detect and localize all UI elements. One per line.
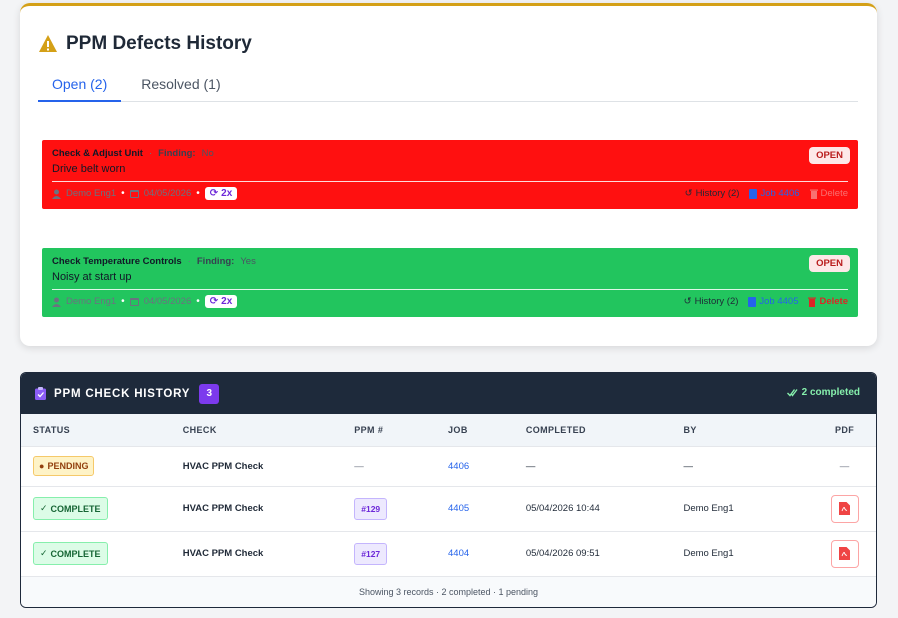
ppm-number: — (354, 446, 449, 487)
warning-icon (39, 35, 57, 52)
column-header: STATUS (21, 414, 183, 447)
column-header: JOB (448, 414, 526, 447)
status-badge: OPEN (809, 147, 850, 164)
job-link[interactable]: 4406 (448, 446, 526, 487)
column-header: CHECK (182, 414, 355, 447)
history-icon: ↺ (684, 188, 693, 199)
pdf-button[interactable] (830, 494, 859, 523)
status-badge: OPEN (809, 255, 850, 272)
ppm-history-header: PPM CHECK HISTORY 3 2 completed (21, 373, 876, 414)
user-icon (52, 189, 61, 199)
pdf-icon (839, 502, 851, 515)
completed-by: Demo Eng1 (683, 531, 814, 577)
defect-date: 04/05/2026 (143, 296, 192, 307)
trash-icon (809, 189, 818, 199)
defect-actions: ↺ History (2) Job 4405 Delete (684, 296, 848, 307)
completed-date: 05/04/2026 10:44 (525, 486, 684, 532)
defect-description: Drive belt worn (52, 163, 126, 175)
ppm-number[interactable]: #127 (354, 542, 388, 565)
column-header: COMPLETED (525, 414, 684, 447)
user-icon (52, 297, 61, 307)
column-header: BY (683, 414, 814, 447)
history-link[interactable]: ↺ History (2) (684, 296, 739, 307)
record-count-badge: 3 (199, 383, 220, 404)
document-icon (748, 296, 757, 307)
divider (52, 181, 848, 182)
history-icon: ↺ (683, 296, 692, 307)
finding-label: Finding: (196, 256, 235, 267)
history-link[interactable]: ↺ History (2) (685, 188, 740, 199)
pdf-button[interactable] (830, 539, 859, 568)
tab-open[interactable]: Open (2) (38, 66, 122, 102)
divider (52, 289, 848, 290)
defect-meta: Demo Eng1 • 04/05/2026 • ⟳ 2x (52, 295, 238, 308)
defect-card: Check Temperature Controls · Finding: Ye… (42, 248, 858, 317)
defect-date: 04/05/2026 (143, 188, 192, 199)
ppm-number[interactable]: #129 (354, 497, 388, 520)
completed-by: Demo Eng1 (683, 486, 814, 532)
defect-card: Check & Adjust Unit · Finding: No Drive … (42, 140, 858, 209)
defects-card: PPM Defects History Open (2) Resolved (1… (20, 3, 877, 346)
calendar-icon (129, 298, 139, 306)
completed-date: 05/04/2026 09:51 (525, 531, 684, 577)
table-row: ● PENDING HVAC PPM Check — 4406 — — — (21, 446, 876, 487)
status-badge: ✓ COMPLETE (33, 542, 108, 565)
check-name: HVAC PPM Check (182, 531, 355, 577)
defects-header: PPM Defects History (38, 33, 252, 55)
delete-button[interactable]: Delete (809, 188, 848, 199)
check-name: HVAC PPM Check (182, 486, 355, 532)
defect-check-name: Check & Adjust Unit (52, 148, 143, 159)
finding-value: Yes (240, 256, 256, 267)
check-icon: ✓ (40, 548, 48, 558)
status-badge: ✓ COMPLETE (33, 497, 108, 520)
engineer-name: Demo Eng1 (66, 188, 117, 199)
pdf-icon (839, 547, 851, 560)
finding-label: Finding: (158, 148, 196, 159)
completed-date: — (525, 446, 684, 487)
defect-actions: ↺ History (2) Job 4406 Delete (685, 188, 848, 199)
job-link[interactable]: 4404 (448, 531, 526, 577)
repeat-badge: ⟳ 2x (204, 295, 238, 308)
double-check-icon (786, 389, 798, 397)
ppm-history-panel: PPM CHECK HISTORY 3 2 completed STATUS C… (20, 372, 877, 608)
finding-value: No (201, 148, 214, 159)
job-link[interactable]: Job 4405 (748, 296, 798, 307)
calendar-icon (129, 190, 139, 198)
repeat-icon: ⟳ (209, 296, 219, 307)
repeat-icon: ⟳ (209, 188, 219, 199)
ppm-history-title: PPM CHECK HISTORY (54, 387, 191, 400)
ppm-history-table: STATUS CHECK PPM # JOB COMPLETED BY PDF … (21, 414, 876, 577)
table-row: ✓ COMPLETE HVAC PPM Check #129 4405 05/0… (21, 486, 876, 532)
check-icon: ✓ (40, 503, 48, 513)
defect-check-name: Check Temperature Controls (52, 256, 182, 267)
defect-description: Noisy at start up (52, 271, 132, 283)
table-footer: Showing 3 records · 2 completed · 1 pend… (21, 576, 876, 607)
repeat-badge: ⟳ 2x (204, 187, 238, 200)
tab-resolved[interactable]: Resolved (1) (127, 66, 234, 102)
table-row: ✓ COMPLETE HVAC PPM Check #127 4404 05/0… (21, 531, 876, 577)
column-header: PDF (813, 414, 876, 447)
completed-summary: 2 completed (786, 387, 860, 398)
check-name: HVAC PPM Check (182, 446, 355, 487)
status-badge: ● PENDING (33, 456, 95, 476)
completed-by: — (683, 446, 814, 487)
job-link[interactable]: 4405 (448, 486, 526, 532)
engineer-name: Demo Eng1 (66, 296, 117, 307)
column-header: PPM # (354, 414, 449, 447)
job-link[interactable]: Job 4406 (749, 188, 800, 199)
page-title: PPM Defects History (66, 33, 252, 54)
pdf-empty: — (813, 446, 876, 487)
document-icon (749, 188, 758, 199)
trash-icon (808, 297, 817, 307)
table-header-row: STATUS CHECK PPM # JOB COMPLETED BY PDF (21, 414, 876, 447)
dot-icon: ● (39, 461, 45, 471)
defect-meta: Demo Eng1 • 04/05/2026 • ⟳ 2x (52, 187, 238, 200)
delete-button[interactable]: Delete (808, 296, 848, 307)
defect-tabs: Open (2) Resolved (1) (38, 66, 858, 102)
clipboard-icon (35, 387, 46, 400)
